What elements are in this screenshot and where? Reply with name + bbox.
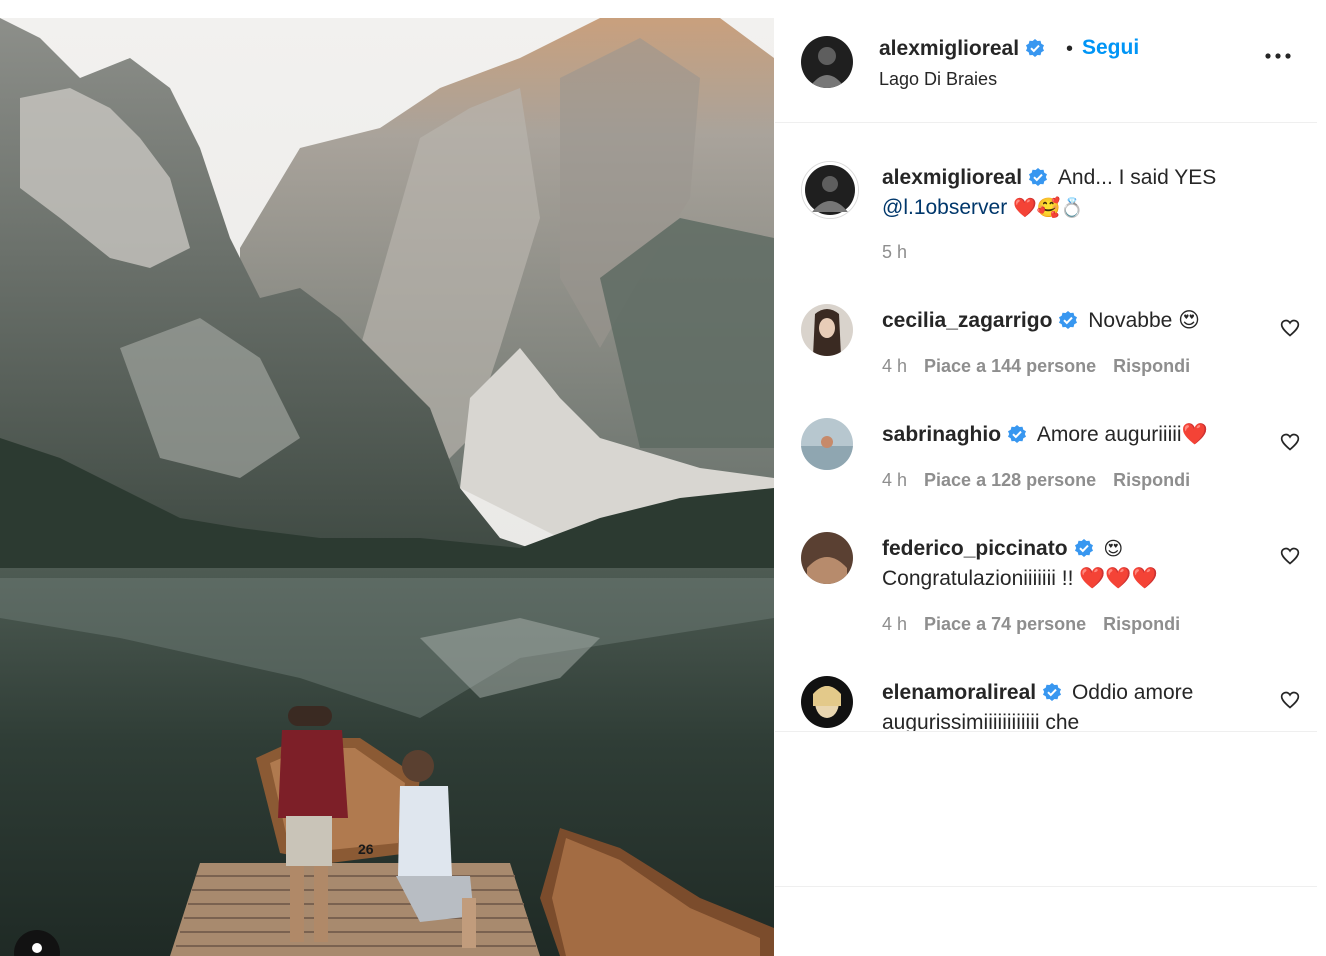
reply-button[interactable]: Rispondi xyxy=(1113,470,1190,490)
user-tag-icon xyxy=(32,943,42,953)
author-username[interactable]: alexmiglioreal xyxy=(879,37,1045,61)
comment-body-line2: Congratulazioniiiiiii !! ❤️❤️❤️ xyxy=(882,567,1158,590)
comment-body: Amore auguriiiii❤️ xyxy=(1036,423,1208,446)
verified-badge-icon xyxy=(1026,39,1045,57)
heart-outline-icon xyxy=(1280,691,1300,709)
caption-mention[interactable]: @l.1observer xyxy=(882,196,1007,219)
comment-body-line2: augurissimiiiiiiiiiiii che xyxy=(882,711,1080,731)
reply-button[interactable]: Rispondi xyxy=(1103,614,1180,634)
caption-username[interactable]: alexmiglioreal xyxy=(882,166,1022,189)
tag-people-button[interactable] xyxy=(14,930,60,956)
comment-username[interactable]: federico_piccinato xyxy=(882,537,1068,560)
comment-avatar[interactable] xyxy=(801,304,853,356)
comment-meta: 4 h Piace a 74 persone Rispondi xyxy=(882,614,1197,635)
bottom-divider xyxy=(775,886,1317,887)
comment-time[interactable]: 4 h xyxy=(882,470,907,490)
comment-time[interactable]: 4 h xyxy=(882,356,907,376)
more-options-button[interactable] xyxy=(1263,46,1293,66)
verified-badge-icon xyxy=(1029,168,1048,186)
comment-avatar[interactable] xyxy=(801,418,853,470)
comment-body-line1: 😍 xyxy=(1103,538,1124,560)
post-photo[interactable]: 26 xyxy=(0,18,774,956)
heart-outline-icon xyxy=(1280,547,1300,565)
author-username-text[interactable]: alexmiglioreal xyxy=(879,37,1019,60)
comment-username[interactable]: cecilia_zagarrigo xyxy=(882,309,1052,332)
comment-username[interactable]: sabrinaghio xyxy=(882,423,1001,446)
comment-avatar[interactable] xyxy=(801,532,853,584)
comments-divider xyxy=(775,731,1317,732)
comments-list[interactable]: alexmiglioreal And... I said YES @l.1obs… xyxy=(775,123,1317,731)
lake-mountain-scene: 26 xyxy=(0,18,774,956)
caption-meta: 5 h xyxy=(882,242,924,263)
follow-button[interactable]: Segui xyxy=(1082,36,1139,60)
caption-time[interactable]: 5 h xyxy=(882,242,907,262)
heart-outline-icon xyxy=(1280,319,1300,337)
reply-button[interactable]: Rispondi xyxy=(1113,356,1190,376)
like-comment-button[interactable] xyxy=(1280,318,1300,338)
caption-avatar[interactable] xyxy=(801,161,859,219)
comment-time[interactable]: 4 h xyxy=(882,614,907,634)
comment-likes[interactable]: Piace a 74 persone xyxy=(924,614,1086,634)
verified-badge-icon xyxy=(1008,425,1027,443)
comment-body: Novabbe 😍 xyxy=(1088,309,1201,332)
like-comment-button[interactable] xyxy=(1280,432,1300,452)
verified-badge-icon xyxy=(1074,539,1093,557)
separator-dot: • xyxy=(1066,38,1074,60)
verified-badge-icon xyxy=(1059,311,1078,329)
comment-username[interactable]: elenamoralireal xyxy=(882,681,1036,704)
heart-outline-icon xyxy=(1280,433,1300,451)
three-dots-icon xyxy=(1265,53,1291,59)
comment-likes[interactable]: Piace a 128 persone xyxy=(924,470,1096,490)
like-comment-button[interactable] xyxy=(1280,546,1300,566)
comment-text: elenamoralireal Oddio amore augurissimii… xyxy=(882,678,1272,731)
comment-meta: 4 h Piace a 144 persone Rispondi xyxy=(882,356,1207,377)
post-side-panel: alexmiglioreal • Segui Lago Di Braies al… xyxy=(775,18,1326,956)
caption-body: And... I said YES xyxy=(1057,166,1217,189)
comment-text: federico_piccinato 😍 Congratulazioniiiii… xyxy=(882,534,1272,594)
author-avatar[interactable] xyxy=(801,36,853,88)
like-comment-button[interactable] xyxy=(1280,690,1300,710)
boat-number: 26 xyxy=(358,841,374,857)
comment-likes[interactable]: Piace a 144 persone xyxy=(924,356,1096,376)
caption-text: alexmiglioreal And... I said YES @l.1obs… xyxy=(882,163,1272,223)
top-strip xyxy=(0,0,1326,18)
post-header: alexmiglioreal • Segui Lago Di Braies xyxy=(775,18,1317,123)
comment-text: cecilia_zagarrigo Novabbe 😍 xyxy=(882,306,1272,336)
comment-body-line1: Oddio amore xyxy=(1071,681,1194,704)
comment-meta: 4 h Piace a 128 persone Rispondi xyxy=(882,470,1207,491)
comment-avatar[interactable] xyxy=(801,676,853,728)
comment-text: sabrinaghio Amore auguriiiii❤️ xyxy=(882,420,1272,450)
verified-badge-icon xyxy=(1043,683,1062,701)
post-location[interactable]: Lago Di Braies xyxy=(879,69,997,90)
caption-emojis: ❤️🥰💍 xyxy=(1013,197,1085,219)
